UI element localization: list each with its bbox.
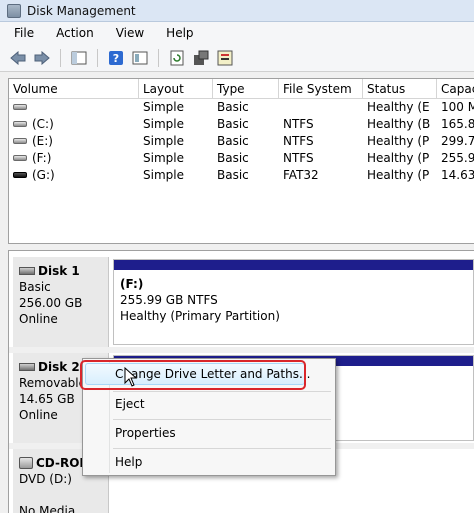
layout-cell: Simple <box>143 134 184 148</box>
status-cell: Healthy (P <box>367 168 430 182</box>
file-system-cell: NTFS <box>283 151 314 165</box>
removable-disk-icon <box>19 363 35 371</box>
export-icon[interactable] <box>215 48 235 68</box>
column-header-volume[interactable]: Volume <box>9 79 139 99</box>
menu-item-eject[interactable]: Eject <box>115 394 145 414</box>
status-cell: Healthy (B <box>367 117 431 131</box>
settings-icon[interactable] <box>191 48 211 68</box>
disk-1-state: Online <box>19 312 58 326</box>
properties-icon[interactable] <box>130 48 150 68</box>
mouse-cursor-icon <box>124 366 138 390</box>
menu-separator <box>113 448 331 449</box>
type-cell: Basic <box>217 100 249 114</box>
capacity-cell: 165.80 <box>441 117 474 131</box>
menu-file[interactable]: File <box>0 26 42 40</box>
layout-cell: Simple <box>143 100 184 114</box>
menu-item-help[interactable]: Help <box>115 452 142 472</box>
cdrom-icon <box>19 457 33 469</box>
console-tree-icon[interactable] <box>69 48 89 68</box>
column-header-layout[interactable]: Layout <box>139 79 213 99</box>
type-cell: Basic <box>217 134 249 148</box>
menu-bar: File Action View Help <box>0 22 474 44</box>
disk-1-type: Basic <box>19 280 51 294</box>
file-system-cell: NTFS <box>283 134 314 148</box>
highlight-annotation <box>80 360 306 390</box>
table-row[interactable]: (C:) Simple Basic NTFS Healthy (B 165.80 <box>9 116 474 133</box>
menu-view[interactable]: View <box>102 26 152 40</box>
volume-cell: (C:) <box>13 116 135 133</box>
partition-bar <box>114 260 473 270</box>
disk-management-app-icon <box>7 3 21 18</box>
menu-separator <box>113 391 331 392</box>
back-arrow-icon[interactable] <box>8 48 28 68</box>
drive-icon <box>13 120 27 127</box>
capacity-cell: 100 M <box>441 100 474 114</box>
disk-1-size: 256.00 GB <box>19 296 83 310</box>
layout-cell: Simple <box>143 168 184 182</box>
capacity-cell: 299.73 <box>441 134 474 148</box>
help-icon[interactable]: ? <box>106 48 126 68</box>
layout-cell: Simple <box>143 151 184 165</box>
drive-icon <box>13 103 27 110</box>
partition-size-fs: 255.99 GB NTFS <box>120 293 218 307</box>
cdrom-spacer <box>19 487 108 503</box>
volume-list[interactable]: Volume Layout Type File System Status Ca… <box>8 78 474 244</box>
file-system-cell: FAT32 <box>283 168 319 182</box>
volume-cell: (G:) <box>13 167 135 184</box>
toolbar-separator <box>158 48 159 67</box>
column-header-type[interactable]: Type <box>213 79 279 99</box>
svg-text:?: ? <box>113 52 119 65</box>
menu-action[interactable]: Action <box>42 26 102 40</box>
volume-cell <box>13 99 135 116</box>
disk-icon <box>19 267 35 275</box>
column-header-status[interactable]: Status <box>363 79 437 99</box>
removable-drive-icon <box>13 171 27 178</box>
type-cell: Basic <box>217 117 249 131</box>
partition-f[interactable]: (F:) 255.99 GB NTFS Healthy (Primary Par… <box>113 259 474 345</box>
capacity-cell: 14.63 <box>441 168 474 182</box>
toolbar-separator <box>60 48 61 67</box>
column-header-capacity[interactable]: Capac <box>437 79 474 99</box>
refresh-icon[interactable] <box>167 48 187 68</box>
status-cell: Healthy (P <box>367 134 430 148</box>
type-cell: Basic <box>217 168 249 182</box>
menu-help[interactable]: Help <box>152 26 201 40</box>
volume-list-header: Volume Layout Type File System Status Ca… <box>9 79 474 99</box>
drive-icon <box>13 154 27 161</box>
disk-1-title: Disk 1 <box>19 263 108 279</box>
status-cell: Healthy (P <box>367 151 430 165</box>
disk-1-label[interactable]: Disk 1 Basic 256.00 GB Online <box>13 257 109 347</box>
layout-cell: Simple <box>143 117 184 131</box>
partition-label: (F:) <box>120 277 144 291</box>
table-row[interactable]: (G:) Simple Basic FAT32 Healthy (P 14.63 <box>9 167 474 184</box>
type-cell: Basic <box>217 151 249 165</box>
title-bar: Disk Management <box>0 0 474 22</box>
menu-separator <box>113 419 331 420</box>
file-system-cell <box>283 99 363 116</box>
volume-cell: (E:) <box>13 133 135 150</box>
table-row[interactable]: Simple Basic Healthy (E 100 M <box>9 99 474 116</box>
volume-cell: (F:) <box>13 150 135 167</box>
toolbar: ? <box>0 44 474 72</box>
file-system-cell: NTFS <box>283 117 314 131</box>
menu-item-properties[interactable]: Properties <box>115 423 176 443</box>
toolbar-separator <box>97 48 98 67</box>
column-header-file-system[interactable]: File System <box>279 79 363 99</box>
table-row[interactable]: (E:) Simple Basic NTFS Healthy (P 299.73 <box>9 133 474 150</box>
table-row[interactable]: (F:) Simple Basic NTFS Healthy (P 255.99 <box>9 150 474 167</box>
partition-status: Healthy (Primary Partition) <box>120 309 280 323</box>
drive-icon <box>13 137 27 144</box>
partition-f-details: (F:) 255.99 GB NTFS Healthy (Primary Par… <box>114 270 473 324</box>
cdrom-state: No Media <box>19 504 76 513</box>
capacity-cell: 255.99 <box>441 151 474 165</box>
status-cell: Healthy (E <box>367 100 430 114</box>
window-title: Disk Management <box>27 3 136 18</box>
forward-arrow-icon[interactable] <box>32 48 52 68</box>
